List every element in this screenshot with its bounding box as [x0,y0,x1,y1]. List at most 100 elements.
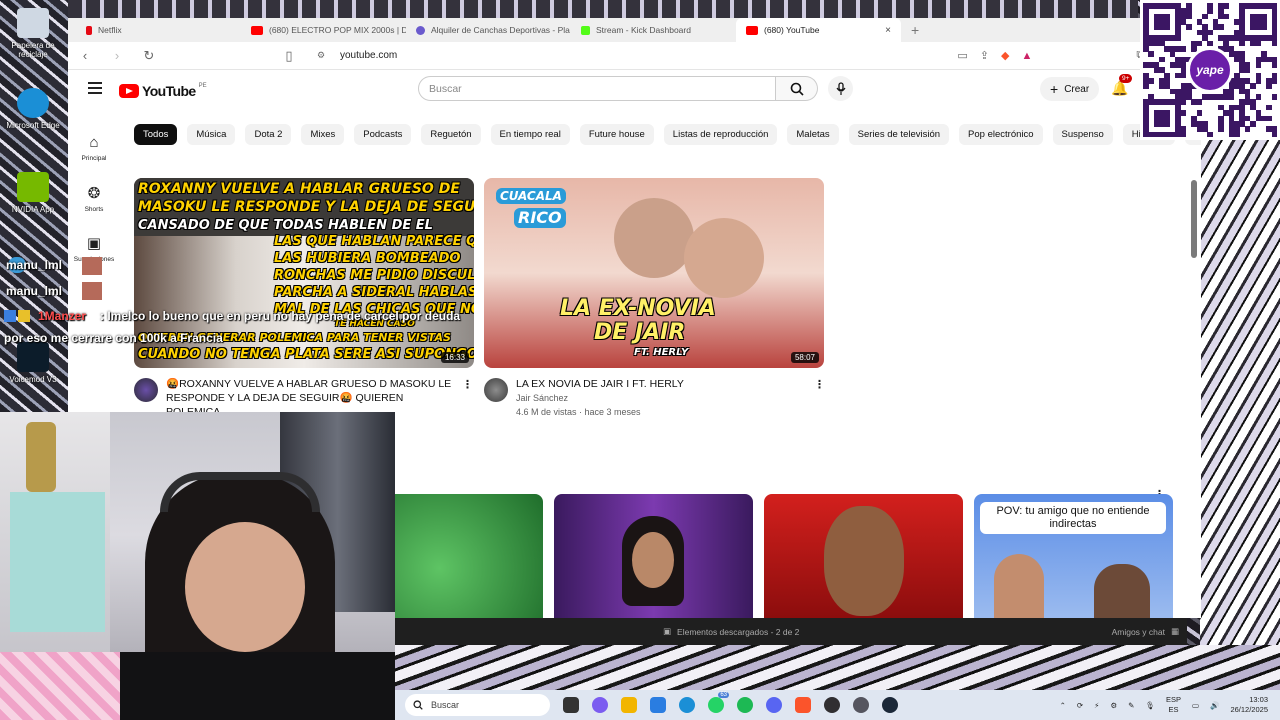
chip-todos[interactable]: Todos [134,124,178,145]
chip[interactable]: Maletas [787,124,839,145]
chip[interactable]: Podcasts [354,124,412,145]
store-icon[interactable] [650,697,666,713]
search-input[interactable]: Buscar [418,76,776,101]
menu-icon[interactable] [88,82,102,97]
obs-icon[interactable] [824,697,840,713]
desktop-strip-top [68,0,1138,18]
discord-icon[interactable] [766,697,782,713]
video-info: LA EX NOVIA DE JAIR I FT. HERLY Jair Sán… [516,377,806,419]
tray-app-icon[interactable]: ⚙ [1110,701,1117,710]
chevron-up-icon[interactable]: ⌃ [1060,701,1066,710]
notifications-button[interactable]: 🔔 9+ [1111,74,1133,97]
back-icon[interactable]: ‹ [78,48,92,63]
tray-app-icon[interactable]: ✎ [1128,701,1134,710]
whatsapp-icon[interactable]: 63 [708,692,729,713]
brave-shield-icon[interactable]: ◆ [1001,49,1009,62]
steam-icon[interactable] [882,697,898,713]
taskbar-search[interactable]: Buscar [405,694,550,716]
site-info-icon[interactable]: ⚙ [314,50,328,61]
friends-chat-label[interactable]: Amigos y chat [1112,627,1165,637]
chip[interactable]: Música [187,124,236,145]
file-explorer-icon[interactable] [621,697,637,713]
rail-item-home[interactable]: ⌂ Principal [68,128,120,178]
video-title[interactable]: LA EX NOVIA DE JAIR I FT. HERLY [516,377,806,391]
qr-module [1223,13,1230,20]
person-figure [614,198,694,278]
spotify-icon[interactable] [737,697,753,713]
create-button[interactable]: + Crear [1040,77,1100,101]
chip[interactable]: Dota 2 [245,124,292,145]
qr-module [1250,120,1256,127]
scrollbar-thumb[interactable] [1191,180,1197,258]
short-thumbnail[interactable] [554,494,753,618]
subscriptions-icon: ▣ [86,235,102,252]
brave-rewards-icon[interactable]: ▲ [1021,50,1032,62]
install-icon[interactable]: ▭ [957,49,967,62]
new-tab-button[interactable]: + [901,22,929,38]
video-title[interactable]: 🤬ROXANNY VUELVE A HABLAR GRUESO D MASOKU… [166,377,456,391]
microphone-icon[interactable]: 🎙 [1145,701,1155,710]
chip[interactable]: Suspenso [1052,124,1113,145]
brave-icon[interactable] [795,697,811,713]
tab-kick[interactable]: Stream - Kick Dashboard [571,18,736,42]
youtube-logo[interactable]: YouTube PE [119,83,207,99]
clock[interactable]: 13:03 26/12/2025 [1230,695,1268,715]
person-face [632,532,674,588]
desktop-icon-voicemod[interactable]: Voicemod V3 [4,342,62,384]
task-view-icon[interactable] [563,697,579,713]
short-caption: POV: tu amigo que no entiende indirectas [980,502,1166,534]
qr-module [1255,78,1262,84]
voice-search-button[interactable] [828,76,853,101]
chip[interactable]: Series de televisión [848,124,950,145]
voicemod-icon [17,342,49,372]
chip[interactable]: Pop electrónico [959,124,1043,145]
qr-module [1271,78,1277,84]
copilot-icon[interactable] [592,697,608,713]
desktop-icon-nvidia[interactable]: NVIDIA App [4,172,62,214]
tab-youtube[interactable]: (680) YouTube × [736,18,901,42]
reload-icon[interactable]: ↻ [142,48,156,64]
channel-name[interactable]: Jair Sánchez [516,391,806,405]
tray-app-icon[interactable]: ⟳ [1077,701,1083,710]
more-options-icon[interactable]: ⋮ [814,378,825,391]
chip[interactable]: Mixes [301,124,345,145]
tray-app-icon[interactable]: ⚡ [1094,701,1099,710]
tab-netflix[interactable]: Netflix [76,18,241,42]
tab-electro-pop[interactable]: (680) ELECTRO POP MIX 2000s | DA [241,18,406,42]
url-field[interactable]: youtube.com [340,50,397,61]
language-indicator[interactable]: ESP ES [1166,695,1181,715]
qr-module [1218,24,1224,31]
chat-badge-icon [4,310,16,322]
tab-alquiler[interactable]: Alquiler de Canchas Deportivas - Pla [406,18,571,42]
share-icon[interactable]: ⇪ [980,49,989,62]
forward-icon[interactable]: › [110,48,124,63]
volume-icon[interactable]: 🔊 [1210,701,1219,710]
app-icon[interactable] [853,697,869,713]
short-thumbnail[interactable] [764,494,963,618]
shorts-icon: ❂ [87,185,101,202]
desktop-icon-edge[interactable]: Microsoft Edge [4,88,62,130]
rail-item-shorts[interactable]: ❂ Shorts [68,178,120,228]
edge-icon[interactable] [679,697,695,713]
video-card[interactable]: CUACALA RICO LA EX-NOVIA DE JAIR FT. HER… [484,178,825,417]
more-options-icon[interactable]: ⋮ [462,378,473,391]
channel-avatar[interactable] [134,378,158,402]
search-button[interactable] [776,76,818,101]
chip[interactable]: En tiempo real [490,124,570,145]
short-thumbnail[interactable]: POV: tu amigo que no entiende indirectas [974,494,1173,618]
video-thumbnail[interactable]: CUACALA RICO LA EX-NOVIA DE JAIR FT. HER… [484,178,824,368]
short-thumbnail[interactable] [395,494,543,618]
chip[interactable]: Future house [579,124,654,145]
logo-text: YouTube [142,83,196,99]
close-tab-icon[interactable]: × [885,25,891,36]
chip[interactable]: Reguetón [421,124,481,145]
desktop-icon-recycle-bin[interactable]: Papelera de reciclaje [4,8,62,59]
youtube-favicon-icon [251,25,263,35]
chip[interactable]: Listas de reproducción [663,124,778,145]
network-icon[interactable]: ▭ [1192,701,1199,710]
downloads-label[interactable]: Elementos descargados - 2 de 2 [677,627,799,637]
channel-avatar[interactable] [484,378,508,402]
download-icon: ▣ [663,626,672,636]
bookmark-icon[interactable]: ▯ [282,48,296,64]
qr-module [1175,35,1181,41]
